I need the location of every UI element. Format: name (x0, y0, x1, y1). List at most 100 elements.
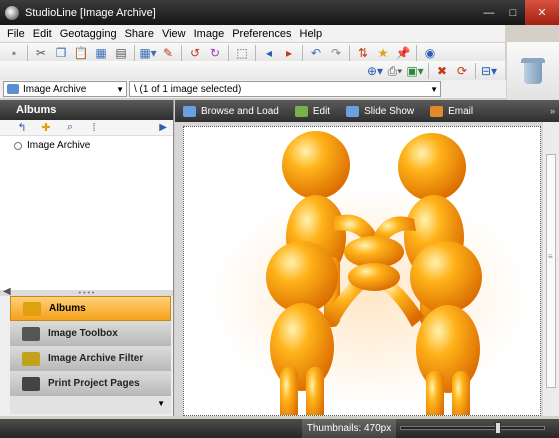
menu-help[interactable]: Help (300, 28, 323, 40)
close-button[interactable]: ✕ (525, 0, 559, 25)
location-bar: Image Archive ▼ \ (1 of 1 image selected… (0, 80, 506, 98)
app-logo-icon (5, 5, 19, 20)
menu-share[interactable]: Share (125, 28, 154, 40)
menu-edit[interactable]: Edit (33, 28, 52, 40)
expand-icon[interactable]: ▶ (159, 122, 167, 133)
export-icon[interactable]: ▣▾ (406, 62, 424, 80)
chevron-down-icon: ▼ (430, 85, 438, 94)
tree-node-label: Image Archive (27, 140, 91, 151)
undo-icon[interactable]: ↶ (307, 44, 325, 62)
teamwork-figures-image (209, 131, 529, 415)
toolbar-separator (349, 45, 350, 61)
import-icon[interactable]: ⊕▾ (366, 62, 384, 80)
image-strip-icon[interactable]: ▤ (112, 44, 130, 62)
tree-view-icon[interactable]: ⁞ (86, 121, 102, 135)
left-panel: Albums ↰ ✚ ⌕ ⁞ ▶ Image Archive • • • • Album… (0, 100, 174, 416)
panel-buttons: Albums Image Toolbox Image Archive Filter P… (0, 296, 173, 396)
chevron-down-icon: ▼ (116, 85, 124, 94)
title-bar: StudioLine [Image Archive] — □ ✕ (0, 0, 559, 25)
path-selector[interactable]: \ (1 of 1 image selected) ▼ (129, 81, 441, 97)
thumbnail-size-label: Thumbnails: 470px (302, 419, 396, 438)
edit-button[interactable]: Edit (294, 105, 330, 117)
minimize-button[interactable]: — (477, 0, 501, 25)
arrow-left-icon[interactable]: ◂ (260, 44, 278, 62)
slide-show-button[interactable]: Slide Show (346, 105, 415, 117)
toolbar-separator (475, 63, 476, 79)
thumbnail-size-slider[interactable] (400, 422, 545, 434)
email-button[interactable]: Email (430, 105, 474, 117)
folder-up-icon[interactable]: ↰ (14, 121, 30, 135)
grid-view-icon[interactable]: ▦ (92, 44, 110, 62)
trash-icon (521, 58, 545, 84)
chevron-down-icon: ▼ (157, 399, 165, 408)
tree-node-image-archive[interactable]: Image Archive (14, 140, 159, 151)
search-icon[interactable]: ⌕ (62, 121, 78, 135)
browse-load-icon (183, 105, 196, 117)
status-bar: Thumbnails: 470px (0, 419, 559, 438)
folder-icon (23, 301, 41, 316)
scrollbar-grip-icon: ≡ (548, 252, 553, 261)
archive-selector-value: Image Archive (23, 83, 87, 95)
sort-icon[interactable]: ⇅ (354, 44, 372, 62)
paste-icon[interactable]: 📋 (72, 44, 90, 62)
menu-image[interactable]: Image (194, 28, 225, 40)
rating-icon[interactable]: ★ (374, 44, 392, 62)
panel-label: Image Archive Filter (48, 353, 144, 364)
select-all-icon[interactable]: ⬚ (233, 44, 251, 62)
secondary-toolbar: ⊕▾ ⎙▾ ▣▾ ✖ ⟳ ⊟▾ (0, 61, 505, 81)
panel-more-button[interactable]: ▼ (10, 396, 171, 414)
menu-geotagging[interactable]: Geotagging (60, 28, 117, 40)
arrow-right-icon[interactable]: ▸ (280, 44, 298, 62)
pencil-icon[interactable]: ✎ (159, 44, 177, 62)
panel-albums[interactable]: Albums (10, 296, 171, 321)
menu-file[interactable]: File (7, 28, 25, 40)
rotate-left-icon[interactable]: ↺ (186, 44, 204, 62)
panel-label: Print Project Pages (48, 378, 140, 389)
print-pages-icon (22, 376, 40, 391)
image-area: Browse and Load Edit Slide Show Email » ≡ (175, 100, 559, 416)
tree-toolbar: ↰ ✚ ⌕ ⁞ ▶ (0, 120, 173, 136)
toolbar-separator (27, 45, 28, 61)
copy-icon[interactable]: ❐ (52, 44, 70, 62)
collapse-left-icon[interactable]: ◀ (3, 286, 11, 297)
archive-selector[interactable]: Image Archive ▼ (3, 81, 127, 97)
browse-and-load-button[interactable]: Browse and Load (183, 105, 279, 117)
trash-button[interactable] (506, 42, 559, 100)
toolbar-overflow-icon[interactable]: » (550, 106, 555, 116)
print-icon[interactable]: ⎙▾ (386, 62, 404, 80)
vertical-scrollbar[interactable]: ≡ (543, 122, 559, 416)
thumbnail-menu-icon[interactable]: ▦▾ (139, 44, 157, 62)
image-toolbar: Browse and Load Edit Slide Show Email » (175, 100, 559, 122)
panel-image-toolbox[interactable]: Image Toolbox (10, 321, 171, 346)
pin-icon[interactable]: 📌 (394, 44, 412, 62)
cut-icon[interactable]: ✂ (32, 44, 50, 62)
toolbar-separator (255, 45, 256, 61)
toolbar-separator (416, 45, 417, 61)
toolbar-label: Email (448, 105, 474, 117)
delete-icon[interactable]: ✖ (433, 62, 451, 80)
panel-image-archive-filter[interactable]: Image Archive Filter (10, 346, 171, 371)
rotate-right-icon[interactable]: ↻ (206, 44, 224, 62)
panel-print-project-pages[interactable]: Print Project Pages (10, 371, 171, 396)
toolbar-label: Slide Show (364, 105, 415, 117)
toolbar-label: Browse and Load (201, 105, 279, 117)
menu-preferences[interactable]: Preferences (232, 28, 291, 40)
blank-tool-icon[interactable]: ▪ (5, 44, 23, 62)
toolbar-separator (302, 45, 303, 61)
refresh-icon[interactable]: ⟳ (453, 62, 471, 80)
menu-view[interactable]: View (162, 28, 186, 40)
scrollbar-thumb[interactable] (546, 154, 556, 388)
slider-knob[interactable] (495, 422, 502, 434)
image-preview[interactable] (183, 126, 541, 416)
album-tree: Image Archive (0, 136, 173, 290)
redo-icon[interactable]: ↷ (327, 44, 345, 62)
new-folder-icon[interactable]: ✚ (38, 121, 54, 135)
main-toolbar: ▪ ✂ ❐ 📋 ▦ ▤ ▦▾ ✎ ↺ ↻ ⬚ ◂ ▸ ↶ ↷ ⇅ ★ 📌 ◉ (0, 43, 505, 63)
toolbar-separator (228, 45, 229, 61)
search-globe-icon[interactable]: ◉ (421, 44, 439, 62)
maximize-button[interactable]: □ (501, 0, 525, 25)
layout-icon[interactable]: ⊟▾ (480, 62, 498, 80)
toolbar-separator (181, 45, 182, 61)
edit-icon (294, 105, 308, 117)
archive-icon (7, 84, 19, 94)
